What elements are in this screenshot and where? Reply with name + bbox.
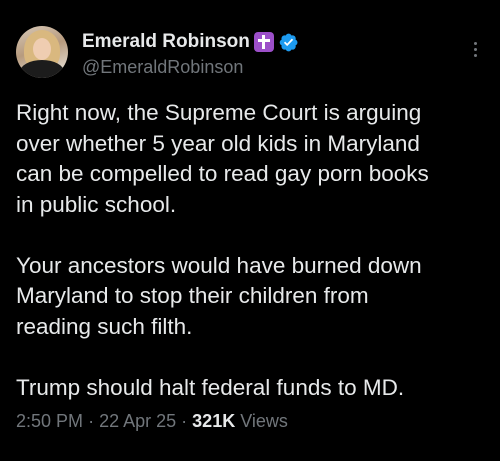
- dot: [474, 54, 477, 57]
- views-count[interactable]: 321K: [192, 411, 235, 431]
- meta-separator: ·: [181, 411, 188, 431]
- name-row: Emerald Robinson: [82, 30, 299, 54]
- tweet-time[interactable]: 2:50 PM: [16, 411, 83, 431]
- tweet-paragraph: Trump should halt federal funds to MD.: [16, 374, 405, 400]
- tweet-paragraph: Right now, the Supreme Court is arguing …: [16, 100, 429, 217]
- avatar-face: [33, 38, 51, 60]
- avatar[interactable]: [16, 26, 68, 78]
- meta-separator: ·: [88, 411, 95, 431]
- more-options-icon[interactable]: [474, 42, 478, 57]
- tweet-header: Emerald Robinson @EmeraldRobinson: [16, 26, 484, 84]
- avatar-shoulders: [20, 60, 64, 78]
- tweet-card: Emerald Robinson @EmeraldRobinson Right …: [0, 0, 500, 461]
- views-label: Views: [240, 411, 288, 431]
- dot: [474, 48, 477, 51]
- author-names: Emerald Robinson @EmeraldRobinson: [82, 26, 299, 78]
- verified-badge-icon[interactable]: [278, 32, 299, 53]
- dot: [474, 42, 477, 45]
- latin-cross-icon: [253, 32, 274, 52]
- display-name[interactable]: Emerald Robinson: [82, 31, 250, 53]
- tweet-text: Right now, the Supreme Court is arguing …: [16, 98, 486, 403]
- tweet-date[interactable]: 22 Apr 25: [99, 411, 176, 431]
- tweet-meta: 2:50 PM · 22 Apr 25 · 321K Views: [16, 411, 484, 432]
- handle[interactable]: @EmeraldRobinson: [82, 57, 299, 78]
- tweet-paragraph: Your ancestors would have burned down Ma…: [16, 252, 422, 339]
